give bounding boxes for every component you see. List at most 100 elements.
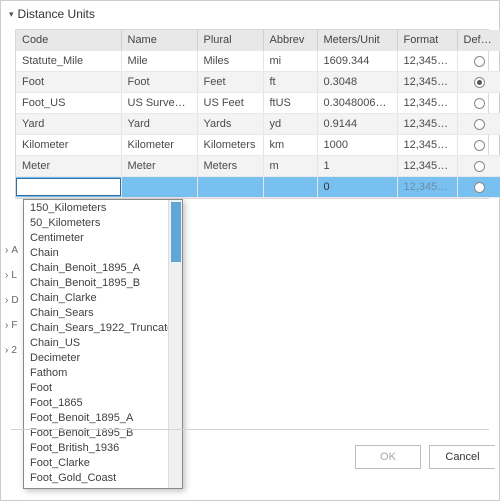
cell-name: Mile [121, 51, 197, 72]
collapsed-section[interactable]: › F [5, 320, 19, 331]
table-row[interactable]: Foot_USUS Survey FootUS FeetftUS0.304800… [16, 93, 500, 114]
code-input[interactable] [17, 181, 121, 193]
cell-code: Meter [16, 156, 121, 177]
col-format[interactable]: Format [397, 30, 457, 51]
table-row[interactable]: YardYardYardsyd0.914412,345.12 [16, 114, 500, 135]
col-default[interactable]: Default [457, 30, 500, 51]
dropdown-option[interactable]: Fathom [24, 365, 168, 380]
dropdown-option[interactable]: Chain_Benoit_1895_A [24, 260, 168, 275]
ok-button[interactable]: OK [355, 445, 421, 469]
cell-default[interactable] [457, 114, 500, 135]
dropdown-option[interactable]: Foot_Gold_Coast [24, 470, 168, 485]
cell-format: 12,345.12 [397, 135, 457, 156]
cell-format: 12,345.12 [397, 93, 457, 114]
collapsed-section[interactable]: › 2 [5, 345, 19, 356]
cell-code: Kilometer [16, 135, 121, 156]
dropdown-option[interactable]: Chain_Clarke [24, 290, 168, 305]
dropdown-option[interactable]: Chain_Sears [24, 305, 168, 320]
cell-mpu: 1609.344 [317, 51, 397, 72]
dropdown-option[interactable]: 50_Kilometers [24, 215, 168, 230]
col-abbrev[interactable]: Abbrev [263, 30, 317, 51]
default-radio[interactable] [474, 98, 485, 109]
col-plural[interactable]: Plural [197, 30, 263, 51]
dropdown-option[interactable]: Centimeter [24, 230, 168, 245]
col-code[interactable]: Code [16, 30, 121, 51]
table-row-new[interactable]: ▾ 0 12,345.12 [16, 177, 500, 198]
dropdown-scrollbar[interactable] [168, 200, 182, 488]
cell-mpu: 0 [317, 177, 397, 198]
cell-name: Meter [121, 156, 197, 177]
default-radio[interactable] [474, 77, 485, 88]
default-radio[interactable] [474, 119, 485, 130]
col-mpu[interactable]: Meters/Unit [317, 30, 397, 51]
code-dropdown-list[interactable]: 150_Kilometers50_KilometersCentimeterCha… [23, 199, 183, 489]
cell-code[interactable]: ▾ [16, 177, 121, 198]
cell-default[interactable] [457, 177, 500, 198]
cell-plural: Miles [197, 51, 263, 72]
dropdown-option[interactable]: Chain_US [24, 335, 168, 350]
chevron-right-icon: › [5, 270, 8, 281]
dropdown-option[interactable]: Chain [24, 245, 168, 260]
default-radio[interactable] [474, 161, 485, 172]
panel-header[interactable]: ▾ Distance Units [1, 1, 499, 27]
dropdown-option[interactable]: Decimeter [24, 350, 168, 365]
chevron-right-icon: › [5, 320, 8, 331]
cell-default[interactable] [457, 156, 500, 177]
panel-title: Distance Units [18, 7, 95, 21]
table-row[interactable]: KilometerKilometerKilometerskm100012,345… [16, 135, 500, 156]
cell-name [121, 177, 197, 198]
dropdown-option[interactable]: Foot_Benoit_1895_A [24, 410, 168, 425]
cell-mpu: 0.3048006096... [317, 93, 397, 114]
cell-code: Foot [16, 72, 121, 93]
units-table: Code Name Plural Abbrev Meters/Unit Form… [15, 29, 489, 199]
cell-default[interactable] [457, 51, 500, 72]
table-row[interactable]: Statute_MileMileMilesmi1609.34412,345.12 [16, 51, 500, 72]
col-name[interactable]: Name [121, 30, 197, 51]
dropdown-option[interactable]: Foot_Indian [24, 485, 168, 488]
dropdown-option[interactable]: Foot_Clarke [24, 455, 168, 470]
section-chevrons: › A › L › D › F › 2 [5, 245, 19, 356]
cell-mpu: 1 [317, 156, 397, 177]
cell-abbrev: ft [263, 72, 317, 93]
collapsed-section[interactable]: › D [5, 295, 19, 306]
separator [11, 429, 489, 430]
default-radio[interactable] [474, 140, 485, 151]
cell-abbrev: ftUS [263, 93, 317, 114]
default-radio[interactable] [474, 182, 485, 193]
table-header-row: Code Name Plural Abbrev Meters/Unit Form… [16, 30, 500, 51]
default-radio[interactable] [474, 56, 485, 67]
collapsed-section[interactable]: › L [5, 270, 19, 281]
chevron-right-icon: › [5, 295, 8, 306]
cell-plural [197, 177, 263, 198]
cell-plural: US Feet [197, 93, 263, 114]
cancel-button[interactable]: Cancel [429, 445, 495, 469]
dropdown-option[interactable]: Chain_Benoit_1895_B [24, 275, 168, 290]
cell-plural: Feet [197, 72, 263, 93]
table-row[interactable]: MeterMeterMetersm112,345.12 [16, 156, 500, 177]
cell-abbrev: m [263, 156, 317, 177]
cell-mpu: 0.3048 [317, 72, 397, 93]
dropdown-option[interactable]: Foot [24, 380, 168, 395]
cell-default[interactable] [457, 93, 500, 114]
cell-code: Foot_US [16, 93, 121, 114]
table-row[interactable]: FootFootFeetft0.304812,345.12 [16, 72, 500, 93]
chevron-right-icon: › [5, 345, 8, 356]
cell-default[interactable] [457, 72, 500, 93]
dropdown-option[interactable]: Foot_Benoit_1895_B [24, 425, 168, 440]
cell-name: Yard [121, 114, 197, 135]
dropdown-option[interactable]: Foot_British_1936 [24, 440, 168, 455]
cell-format: 12,345.12 [397, 177, 457, 198]
cell-mpu: 1000 [317, 135, 397, 156]
collapsed-section[interactable]: › A [5, 245, 19, 256]
dropdown-option[interactable]: Foot_1865 [24, 395, 168, 410]
cell-abbrev: km [263, 135, 317, 156]
dropdown-option[interactable]: Chain_Sears_1922_Truncated [24, 320, 168, 335]
chevron-down-icon: ▾ [9, 9, 14, 20]
dropdown-option[interactable]: 150_Kilometers [24, 200, 168, 215]
cell-plural: Yards [197, 114, 263, 135]
code-combobox[interactable]: ▾ [16, 178, 121, 196]
scrollbar-thumb[interactable] [171, 202, 181, 262]
cell-name: Foot [121, 72, 197, 93]
cell-mpu: 0.9144 [317, 114, 397, 135]
cell-default[interactable] [457, 135, 500, 156]
